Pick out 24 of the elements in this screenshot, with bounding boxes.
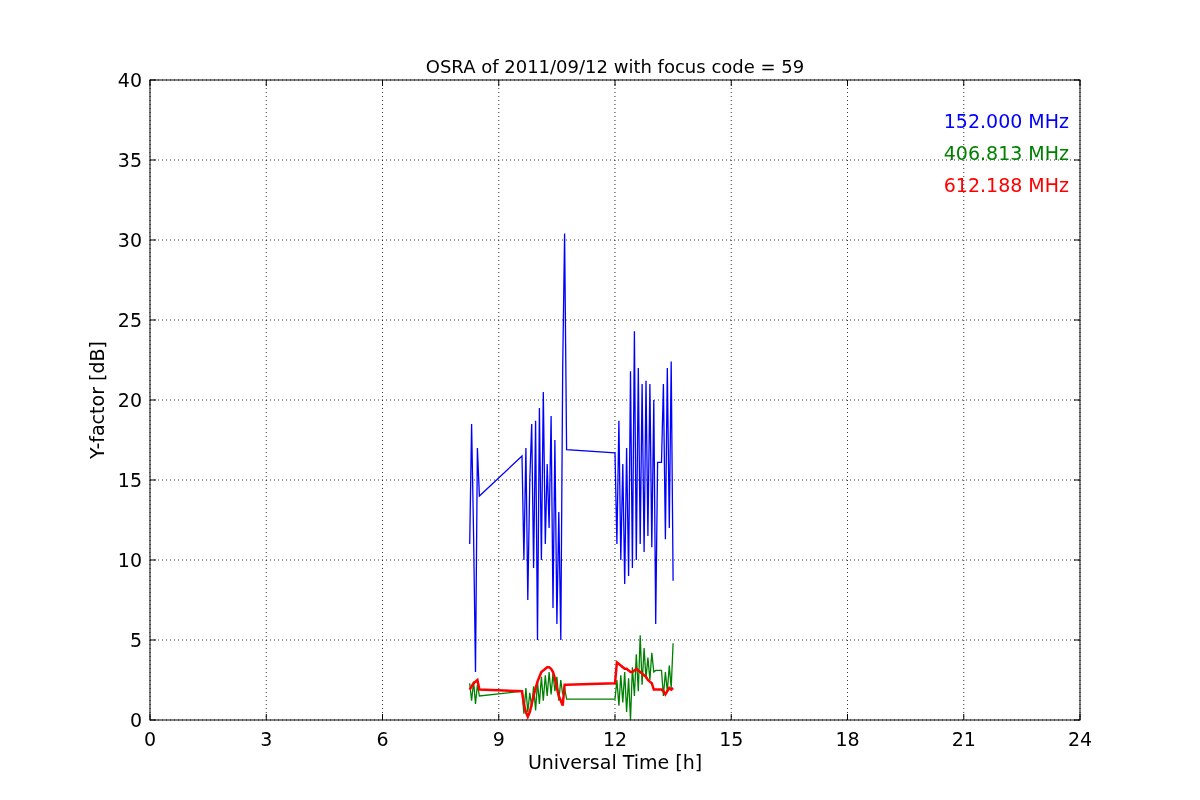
y-tick-label: 40	[117, 69, 142, 91]
x-tick-label: 24	[1067, 728, 1093, 750]
x-tick-label: 6	[376, 728, 389, 750]
y-tick-label: 15	[117, 469, 142, 491]
legend-label: 406.813 MHz	[943, 142, 1069, 164]
x-tick-label: 3	[260, 728, 273, 750]
y-tick-label: 10	[117, 549, 142, 571]
y-tick-label: 25	[117, 309, 142, 331]
x-tick-label: 12	[602, 728, 628, 750]
legend-label: 612.188 MHz	[943, 174, 1069, 196]
y-tick-label: 35	[117, 149, 142, 171]
legend-label: 152.000 MHz	[943, 110, 1069, 132]
x-tick-label: 9	[492, 728, 505, 750]
y-tick-label: 30	[117, 229, 142, 251]
y-tick-label: 0	[129, 709, 142, 731]
x-tick-label: 18	[835, 728, 860, 750]
x-tick-label: 21	[951, 728, 976, 750]
y-tick-label: 20	[117, 389, 142, 411]
y-axis-label: Y-factor [dB]	[86, 341, 108, 459]
x-axis-label: Universal Time [h]	[527, 751, 703, 773]
y-tick-label: 5	[129, 629, 142, 651]
chart-title: OSRA of 2011/09/12 with focus code = 59	[425, 56, 805, 77]
x-tick-label: 15	[719, 728, 744, 750]
x-tick-label: 0	[143, 728, 157, 750]
